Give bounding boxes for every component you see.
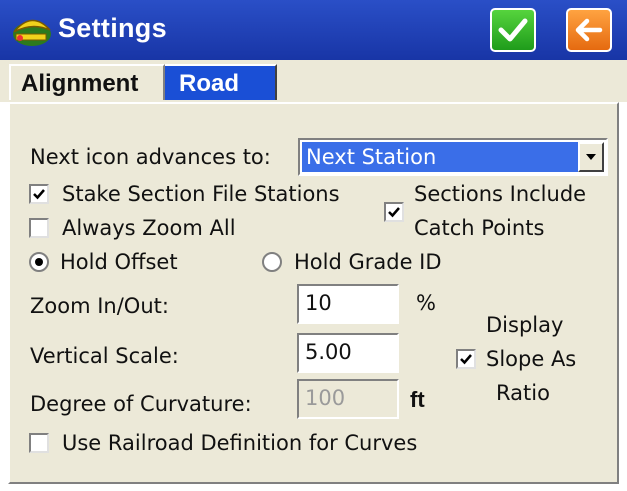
checkmark-icon <box>498 18 528 42</box>
tab-alignment[interactable]: Alignment <box>9 64 165 100</box>
hold-offset-radio[interactable] <box>29 252 49 272</box>
tab-road[interactable]: Road <box>165 64 277 100</box>
checkmark-icon <box>460 354 472 365</box>
next-icon-select[interactable]: Next Station <box>298 138 608 176</box>
title-bar: Settings <box>0 0 627 60</box>
vertical-scale-label: Vertical Scale: <box>30 344 179 368</box>
hold-grade-label: Hold Grade ID <box>294 250 442 274</box>
display-slope-checkbox[interactable] <box>456 349 476 369</box>
railroad-label: Use Railroad Definition for Curves <box>62 431 418 455</box>
zoom-unit: % <box>416 291 436 315</box>
app-logo-icon <box>10 12 56 50</box>
back-arrow-icon <box>575 18 603 42</box>
ok-button[interactable] <box>490 8 536 52</box>
hold-grade-radio[interactable] <box>262 252 282 272</box>
always-zoom-label: Always Zoom All <box>62 216 236 240</box>
window-title: Settings <box>58 13 167 43</box>
degree-curvature-label: Degree of Curvature: <box>30 392 252 416</box>
always-zoom-checkbox[interactable] <box>29 218 49 238</box>
back-button[interactable] <box>566 8 612 52</box>
checkmark-icon <box>388 207 400 218</box>
degree-curvature-input: 100 <box>297 379 399 419</box>
road-settings-panel: Next icon advances to: Next Station Stak… <box>8 102 619 484</box>
radio-selected-dot <box>35 258 43 266</box>
chevron-down-icon <box>586 154 596 160</box>
display-slope-label-line1: Display <box>486 313 564 337</box>
sections-include-label-line2: Catch Points <box>414 216 545 240</box>
railroad-checkbox[interactable] <box>29 433 49 453</box>
display-slope-label-line3: Ratio <box>496 381 550 405</box>
sections-include-checkbox[interactable] <box>384 202 404 222</box>
next-icon-selected-value: Next Station <box>302 142 578 172</box>
zoom-input[interactable]: 10 <box>297 284 399 324</box>
stake-section-label: Stake Section File Stations <box>62 182 340 206</box>
checkmark-icon <box>33 189 45 200</box>
stake-section-checkbox[interactable] <box>29 184 49 204</box>
tab-strip: Alignment Road <box>0 60 627 102</box>
zoom-label: Zoom In/Out: <box>30 294 169 318</box>
hold-offset-label: Hold Offset <box>60 250 178 274</box>
vertical-scale-input[interactable]: 5.00 <box>297 333 399 373</box>
display-slope-label-line2: Slope As <box>486 347 577 371</box>
sections-include-label-line1: Sections Include <box>414 182 587 206</box>
dropdown-arrow-button[interactable] <box>578 142 604 172</box>
next-icon-label: Next icon advances to: <box>30 145 271 169</box>
degree-curvature-unit: ft <box>410 387 425 412</box>
